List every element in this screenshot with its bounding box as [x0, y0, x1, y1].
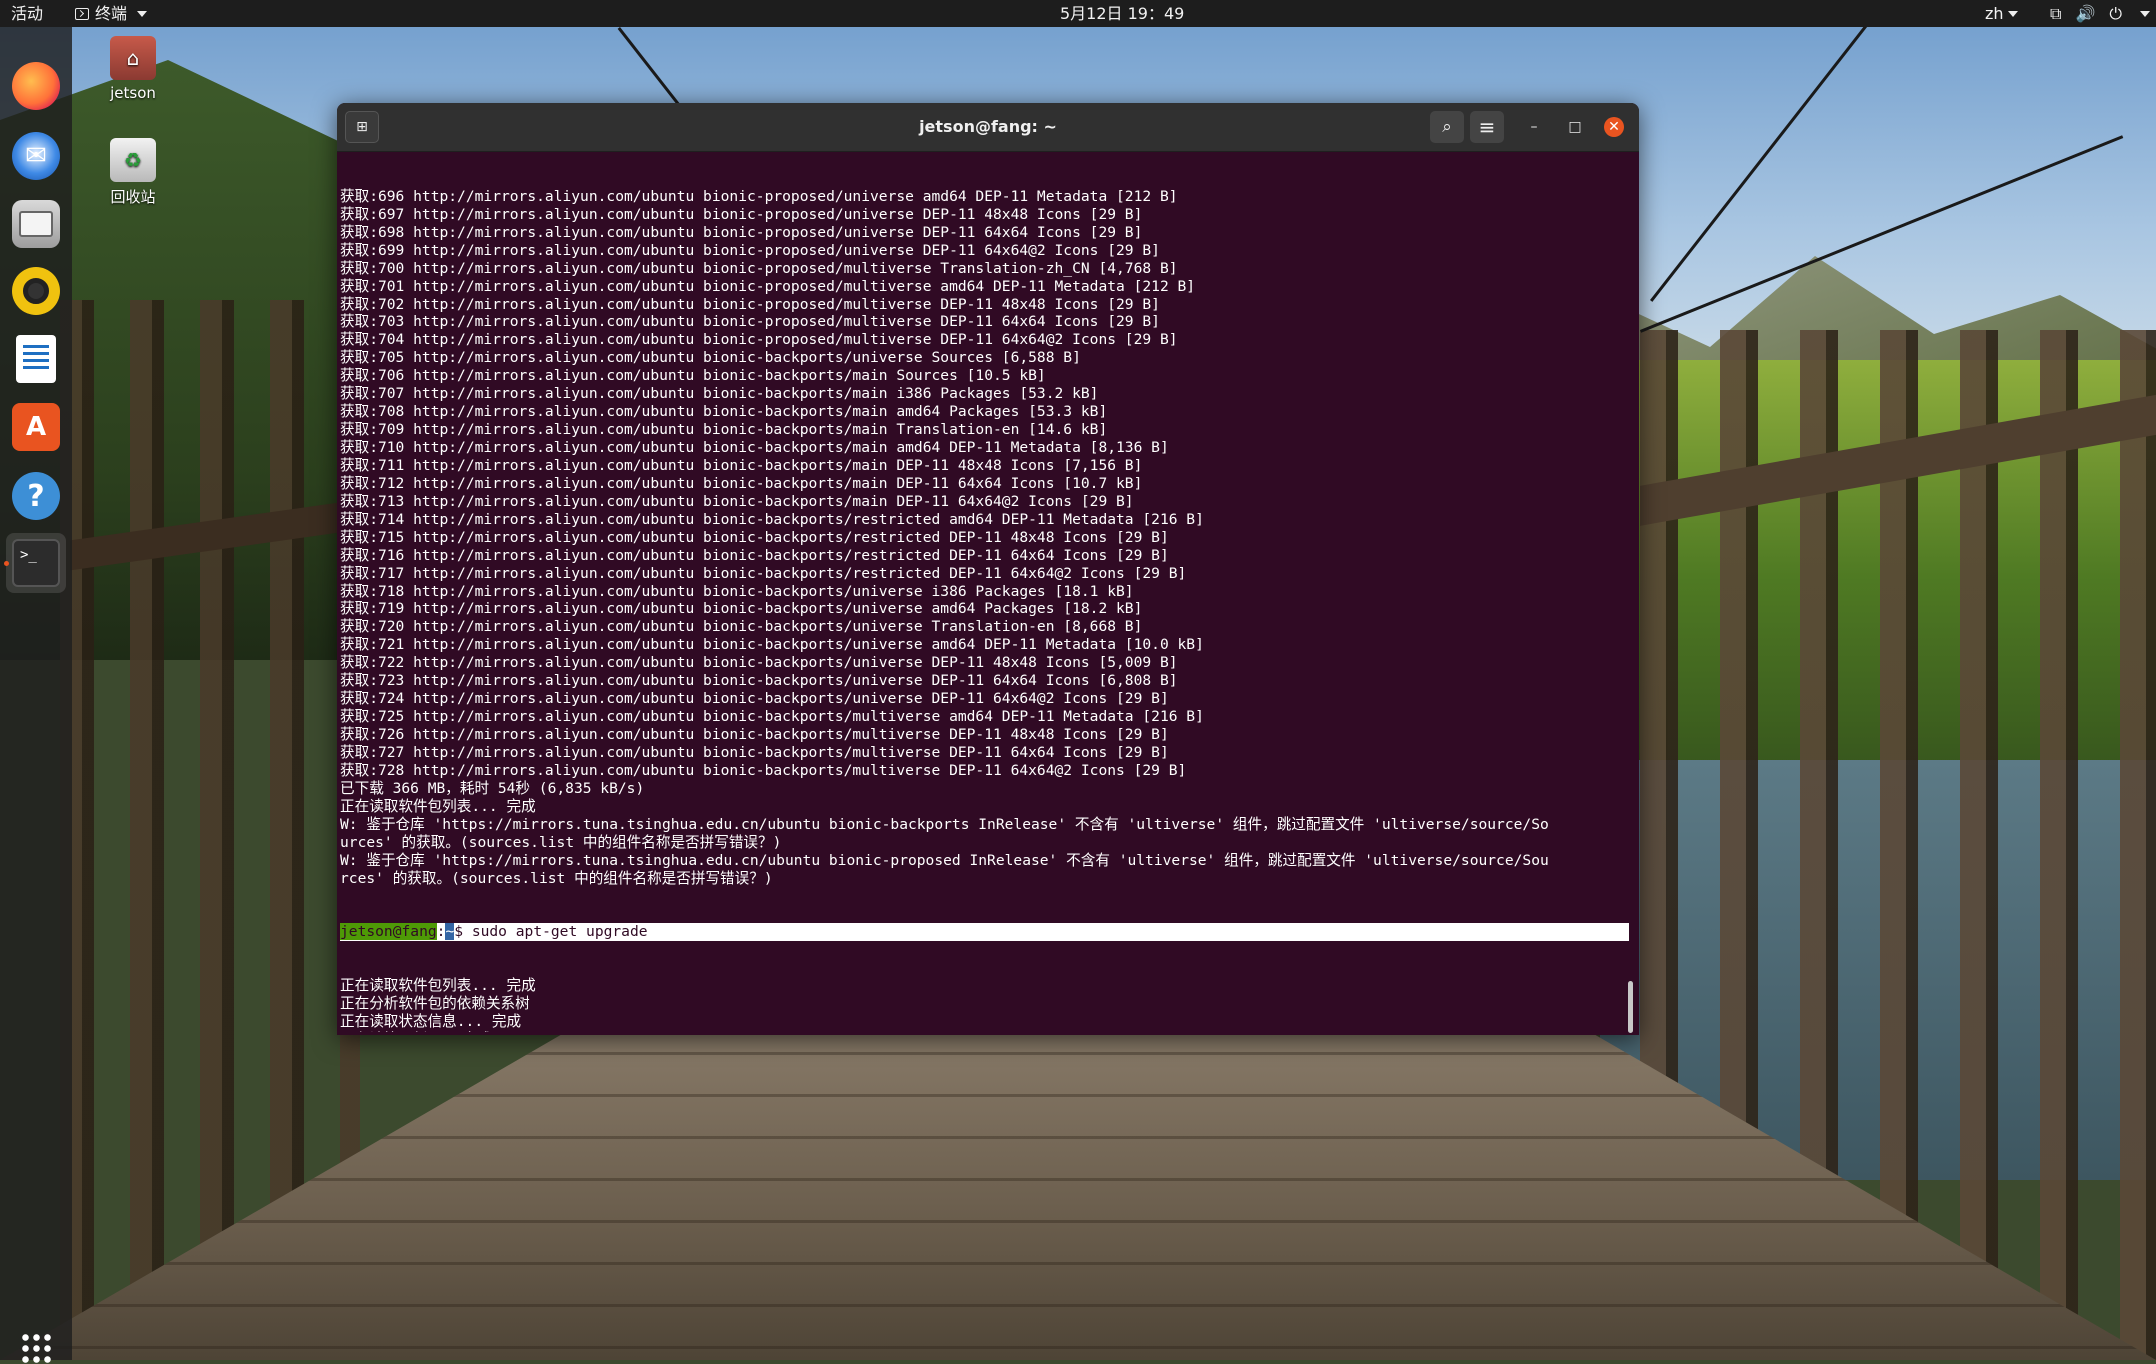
terminal-line: 获取:705 http://mirrors.aliyun.com/ubuntu …: [340, 349, 1081, 367]
terminal-line: 获取:711 http://mirrors.aliyun.com/ubuntu …: [340, 456, 1143, 474]
terminal-headerbar[interactable]: ⊞ jetson@fang: ~ ⌕ ≡ – □ ✕: [337, 103, 1639, 152]
terminal-line: 获取:710 http://mirrors.aliyun.com/ubuntu …: [340, 439, 1169, 457]
terminal-line: 获取:706 http://mirrors.aliyun.com/ubuntu …: [340, 367, 1046, 385]
desktop-trash[interactable]: ♻ 回收站: [88, 138, 178, 207]
input-method-button[interactable]: zh: [1985, 0, 2018, 27]
prompt-command: $ sudo apt-get upgrade: [454, 923, 648, 941]
terminal-window[interactable]: ⊞ jetson@fang: ~ ⌕ ≡ – □ ✕ 获取:696 http:/…: [337, 103, 1639, 1035]
terminal-line: 获取:715 http://mirrors.aliyun.com/ubuntu …: [340, 528, 1169, 546]
terminal-line: 正在分析软件包的依赖关系树: [340, 995, 530, 1013]
terminal-line: 获取:726 http://mirrors.aliyun.com/ubuntu …: [340, 726, 1169, 744]
chevron-down-icon: [2140, 10, 2151, 17]
terminal-icon: [75, 7, 89, 20]
terminal-line: 获取:728 http://mirrors.aliyun.com/ubuntu …: [340, 761, 1187, 779]
terminal-line: 获取:699 http://mirrors.aliyun.com/ubuntu …: [340, 241, 1160, 259]
terminal-line: 获取:714 http://mirrors.aliyun.com/ubuntu …: [340, 510, 1204, 528]
terminal-icon[interactable]: >_: [12, 539, 60, 587]
minimize-icon: –: [1530, 119, 1538, 135]
close-button[interactable]: ✕: [1604, 117, 1624, 137]
app-menu-label: 终端: [95, 4, 128, 23]
software-center-icon[interactable]: A: [12, 403, 60, 451]
terminal-line: 获取:712 http://mirrors.aliyun.com/ubuntu …: [340, 474, 1143, 492]
terminal-line: 获取:698 http://mirrors.aliyun.com/ubuntu …: [340, 223, 1143, 241]
terminal-output[interactable]: 获取:696 http://mirrors.aliyun.com/ubuntu …: [340, 152, 1632, 1032]
writer-icon[interactable]: [16, 335, 56, 383]
terminal-line: urces' 的获取。(sources.list 中的组件名称是否拼写错误？): [340, 833, 782, 851]
terminal-line: W: 鉴于仓库 'https://mirrors.tuna.tsinghua.e…: [340, 815, 1549, 833]
rhythmbox-icon[interactable]: [12, 267, 60, 315]
activities-button[interactable]: 活动: [11, 0, 43, 27]
files-icon[interactable]: [12, 200, 60, 248]
terminal-line: 获取:721 http://mirrors.aliyun.com/ubuntu …: [340, 636, 1204, 654]
network-icon: ⧉: [2050, 4, 2062, 23]
prompt-path: ~: [445, 923, 455, 941]
app-menu-button[interactable]: 终端: [75, 0, 148, 27]
firefox-icon[interactable]: [12, 62, 60, 110]
terminal-line: 获取:704 http://mirrors.aliyun.com/ubuntu …: [340, 331, 1178, 349]
desktop-home-folder[interactable]: ⌂ jetson: [88, 36, 178, 102]
terminal-line: 获取:725 http://mirrors.aliyun.com/ubuntu …: [340, 708, 1204, 726]
terminal-line: 获取:701 http://mirrors.aliyun.com/ubuntu …: [340, 277, 1196, 295]
power-icon: ⏻: [2109, 4, 2123, 23]
search-icon: ⌕: [1442, 117, 1452, 137]
terminal-line: 获取:727 http://mirrors.aliyun.com/ubuntu …: [340, 743, 1169, 761]
show-applications-icon[interactable]: [20, 1332, 52, 1364]
terminal-line: 获取:716 http://mirrors.aliyun.com/ubuntu …: [340, 546, 1169, 564]
top-bar: 活动 终端 5月12日 19：49 zh ⧉ 🔊 ⏻: [0, 0, 2156, 27]
terminal-line: 获取:722 http://mirrors.aliyun.com/ubuntu …: [340, 654, 1178, 672]
maximize-icon: □: [1568, 119, 1582, 135]
terminal-line: 获取:718 http://mirrors.aliyun.com/ubuntu …: [340, 582, 1134, 600]
terminal-line: 获取:708 http://mirrors.aliyun.com/ubuntu …: [340, 403, 1108, 421]
terminal-line: 获取:696 http://mirrors.aliyun.com/ubuntu …: [340, 187, 1178, 205]
trash-icon: ♻: [110, 138, 156, 182]
terminal-line: 已下载 366 MB，耗时 54秒 (6,835 kB/s): [340, 779, 645, 797]
home-folder-icon: ⌂: [110, 36, 156, 80]
terminal-line: 获取:700 http://mirrors.aliyun.com/ubuntu …: [340, 259, 1178, 277]
terminal-line: 获取:723 http://mirrors.aliyun.com/ubuntu …: [340, 672, 1178, 690]
command-output: 正在读取软件包列表... 完成 正在分析软件包的依赖关系树 正在读取状态信息... …: [340, 977, 1632, 1032]
terminal-line: 获取:717 http://mirrors.aliyun.com/ubuntu …: [340, 564, 1187, 582]
desktop-icon-label: 回收站: [110, 188, 156, 206]
desktop-icon-label: jetson: [110, 84, 156, 102]
terminal-line: 获取:703 http://mirrors.aliyun.com/ubuntu …: [340, 313, 1160, 331]
terminal-line: 获取:713 http://mirrors.aliyun.com/ubuntu …: [340, 492, 1134, 510]
chevron-down-icon: [137, 10, 148, 17]
search-button[interactable]: ⌕: [1430, 111, 1464, 143]
terminal-line: rces' 的获取。(sources.list 中的组件名称是否拼写错误？): [340, 869, 773, 887]
terminal-line: 获取:719 http://mirrors.aliyun.com/ubuntu …: [340, 600, 1143, 618]
shell-prompt-line: jetson@fang:~$ sudo apt-get upgrade: [340, 923, 1629, 942]
terminal-line: 获取:697 http://mirrors.aliyun.com/ubuntu …: [340, 205, 1143, 223]
thunderbird-icon[interactable]: ✉: [12, 132, 60, 180]
terminal-line: W: 鉴于仓库 'https://mirrors.tuna.tsinghua.e…: [340, 851, 1549, 869]
terminal-line: 获取:724 http://mirrors.aliyun.com/ubuntu …: [340, 690, 1169, 708]
terminal-line: 获取:707 http://mirrors.aliyun.com/ubuntu …: [340, 385, 1099, 403]
dock: ✉ A ? >_: [0, 27, 72, 1364]
minimize-button[interactable]: –: [1524, 117, 1544, 137]
chevron-down-icon: [2007, 10, 2018, 17]
help-icon[interactable]: ?: [12, 472, 60, 520]
terminal-line: 获取:709 http://mirrors.aliyun.com/ubuntu …: [340, 421, 1108, 439]
terminal-line: 正在计算更新... 完成: [340, 1031, 1632, 1032]
terminal-scrollbar[interactable]: [1628, 981, 1633, 1033]
output-lines: 获取:696 http://mirrors.aliyun.com/ubuntu …: [340, 188, 1632, 888]
hamburger-icon: ≡: [1478, 115, 1496, 139]
volume-icon: 🔊: [2075, 4, 2096, 23]
terminal-line: 正在读取软件包列表... 完成: [340, 977, 536, 995]
maximize-button[interactable]: □: [1565, 117, 1585, 137]
menu-button[interactable]: ≡: [1470, 111, 1504, 143]
close-icon: ✕: [1608, 119, 1620, 135]
terminal-line: 获取:702 http://mirrors.aliyun.com/ubuntu …: [340, 295, 1160, 313]
system-tray[interactable]: ⧉ 🔊 ⏻: [2050, 0, 2151, 27]
prompt-user-host: jetson@fang: [340, 923, 437, 941]
language-label: zh: [1985, 4, 2004, 23]
running-indicator: [4, 561, 9, 566]
terminal-line: 正在读取软件包列表... 完成: [340, 797, 536, 815]
terminal-line: 获取:720 http://mirrors.aliyun.com/ubuntu …: [340, 618, 1143, 636]
clock[interactable]: 5月12日 19：49: [1060, 0, 1184, 27]
terminal-line: 正在读取状态信息... 完成: [340, 1013, 522, 1031]
